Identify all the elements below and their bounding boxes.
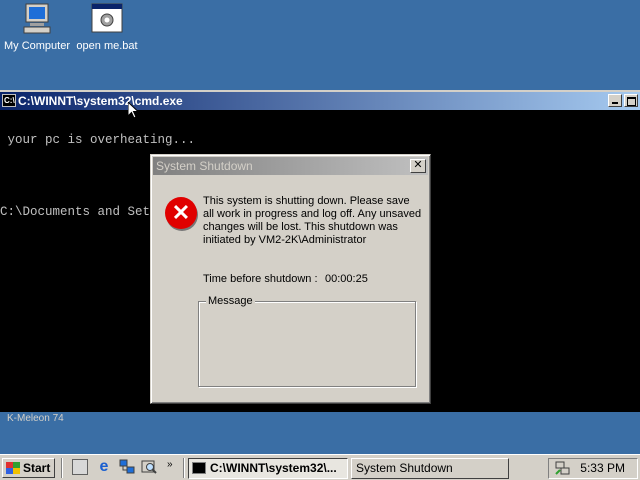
- windows-logo-icon: [6, 462, 20, 474]
- cmd-app-icon: [192, 462, 206, 474]
- desktop-icon-open-me-bat[interactable]: open me.bat: [72, 2, 142, 52]
- system-tray: 5:33 PM: [548, 458, 638, 479]
- time-before-shutdown-value: 00:00:25: [325, 273, 368, 285]
- message-groupbox-label: Message: [206, 295, 255, 307]
- background-window-label: K-Meleon 74: [7, 413, 64, 424]
- taskbar-button-cmd[interactable]: C:\WINNT\system32\...: [188, 458, 348, 479]
- desktop-icon-my-computer[interactable]: My Computer: [2, 2, 72, 52]
- clock[interactable]: 5:33 PM: [580, 461, 625, 475]
- start-label: Start: [23, 461, 51, 475]
- search-icon[interactable]: [141, 459, 157, 475]
- close-button[interactable]: ✕: [410, 159, 426, 173]
- show-desktop-icon[interactable]: [72, 459, 88, 475]
- network-icon[interactable]: [119, 459, 135, 475]
- console-line: your pc is overheating...: [0, 133, 196, 147]
- minimize-button[interactable]: [608, 94, 622, 107]
- my-computer-icon: [20, 2, 54, 36]
- cmd-app-icon: C:\: [2, 94, 16, 107]
- dialog-title-bar[interactable]: System Shutdown ✕: [153, 157, 428, 175]
- background-window[interactable]: [0, 412, 640, 456]
- taskbar-button-system-shutdown[interactable]: System Shutdown: [351, 458, 509, 479]
- tray-network-icon[interactable]: [555, 461, 571, 476]
- error-x-icon: ✕: [165, 197, 197, 229]
- cmd-title: C:\WINNT\system32\cmd.exe: [18, 94, 183, 108]
- maximize-button[interactable]: [624, 94, 638, 107]
- dialog-title: System Shutdown: [156, 159, 253, 173]
- quick-launch-more-icon[interactable]: »: [167, 459, 173, 470]
- taskbar-divider: [183, 458, 185, 478]
- time-before-shutdown-label: Time before shutdown :: [203, 273, 318, 285]
- start-button[interactable]: Start: [2, 458, 55, 478]
- taskbar-button-label: System Shutdown: [356, 461, 453, 475]
- taskbar-divider: [61, 458, 63, 478]
- taskbar: Start e » C:\WINNT\system32\... System S…: [0, 454, 640, 480]
- taskbar-button-label: C:\WINNT\system32\...: [210, 461, 337, 475]
- shutdown-message: This system is shutting down. Please sav…: [203, 195, 422, 246]
- batch-file-icon: [90, 2, 124, 36]
- desktop-icon-label: My Computer: [3, 40, 71, 52]
- message-groupbox: [198, 301, 416, 387]
- system-shutdown-dialog[interactable]: System Shutdown ✕ ✕ This system is shutt…: [150, 154, 431, 404]
- cmd-title-bar[interactable]: C:\ C:\WINNT\system32\cmd.exe: [0, 92, 640, 110]
- close-icon: ✕: [413, 159, 423, 171]
- internet-explorer-icon[interactable]: e: [96, 459, 112, 475]
- desktop-icon-label: open me.bat: [76, 40, 138, 52]
